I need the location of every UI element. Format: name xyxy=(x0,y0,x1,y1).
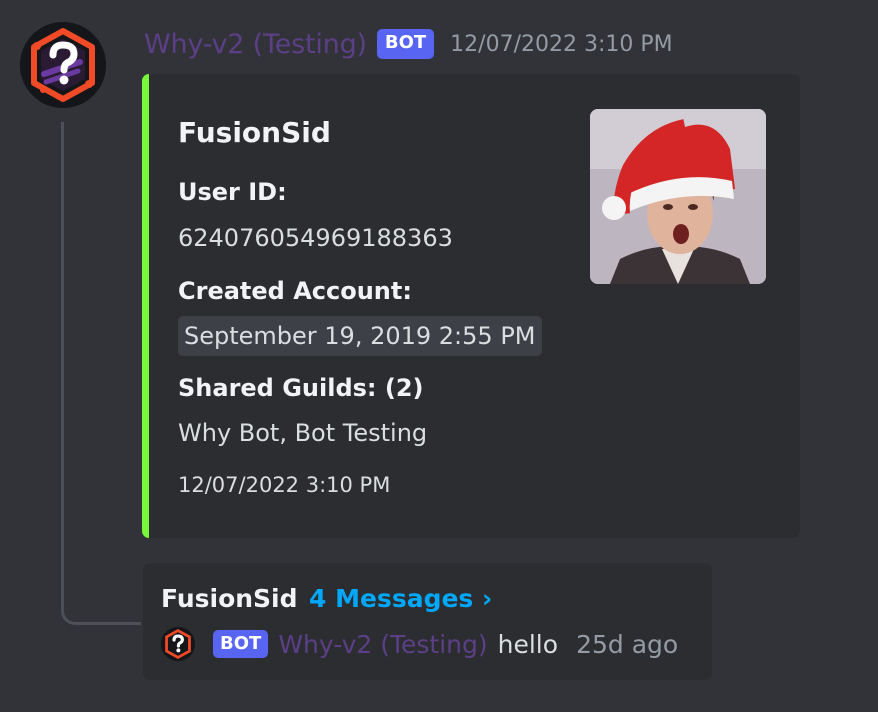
mini-bot-avatar xyxy=(161,627,195,661)
bot-badge: BOT xyxy=(376,29,435,59)
question-mark-hex-icon xyxy=(161,627,195,661)
thread-name[interactable]: FusionSid xyxy=(161,584,298,613)
field-guilds-value: Why Bot, Bot Testing xyxy=(178,419,428,447)
embed-title: FusionSid xyxy=(178,116,331,149)
chat-area: Why-v2 (Testing) BOT 12/07/2022 3:10 PM … xyxy=(0,0,878,712)
latest-message-text: hello xyxy=(497,629,559,659)
user-avatar-santa-hat-image xyxy=(590,109,766,284)
thread-preview[interactable]: FusionSid 4 Messages › BOT Why-v2 (Testi… xyxy=(143,563,712,680)
thread-latest-message[interactable]: BOT Why-v2 (Testing) hello 25d ago xyxy=(161,625,678,663)
user-info-embed: FusionSid User ID: 624076054969188363 Cr… xyxy=(142,74,800,538)
message-header: Why-v2 (Testing) BOT 12/07/2022 3:10 PM xyxy=(144,26,673,62)
field-user-id-value: 624076054969188363 xyxy=(178,224,453,252)
message-timestamp[interactable]: 12/07/2022 3:10 PM xyxy=(450,32,672,57)
field-created-timestamp[interactable]: September 19, 2019 2:55 PM xyxy=(178,316,542,356)
thread-connector-line xyxy=(61,122,141,625)
question-mark-hex-icon xyxy=(20,22,106,108)
field-guilds-label: Shared Guilds: (2) xyxy=(178,374,424,402)
latest-message-time: 25d ago xyxy=(576,629,679,659)
mini-bot-badge: BOT xyxy=(213,630,269,658)
field-user-id-label: User ID: xyxy=(178,178,287,206)
field-created-label: Created Account: xyxy=(178,277,412,305)
author-name[interactable]: Why-v2 (Testing) xyxy=(144,29,367,60)
embed-thumbnail[interactable] xyxy=(590,109,766,284)
embed-footer: 12/07/2022 3:10 PM xyxy=(178,473,391,497)
bot-avatar[interactable] xyxy=(20,22,106,108)
mini-author-name: Why-v2 (Testing) xyxy=(278,629,488,659)
thread-message-count-link[interactable]: 4 Messages › xyxy=(309,584,492,613)
